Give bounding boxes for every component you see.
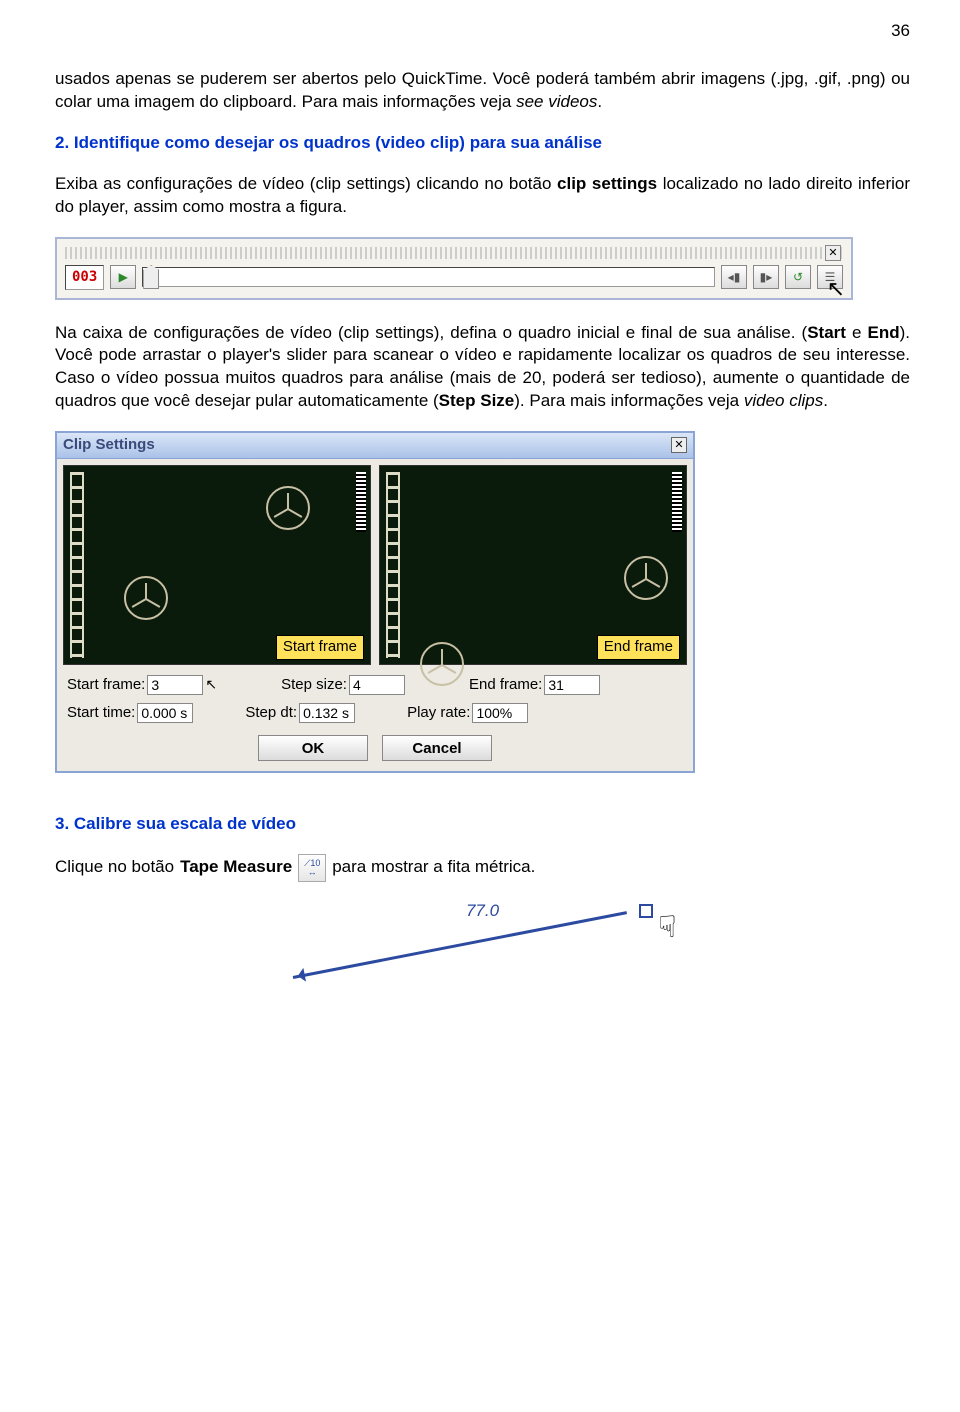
dialog-buttons: OK Cancel (57, 727, 693, 771)
tape-end-handle[interactable] (639, 904, 653, 918)
label: Start time: (67, 703, 135, 723)
step-title: Identifique como desejar os quadros (vid… (74, 133, 602, 152)
start-term: Start (807, 323, 846, 342)
cancel-button[interactable]: Cancel (382, 735, 492, 761)
fan-object (624, 556, 668, 600)
barcode-overlay (356, 472, 366, 532)
end-frame-tag: End frame (597, 635, 680, 659)
step-dt-field: Step dt: (245, 703, 355, 723)
tape-measure-paragraph: Clique no botão Tape Measure ⟋10↔ para m… (55, 854, 910, 882)
close-icon[interactable]: ✕ (825, 245, 841, 261)
text: para mostrar a fita métrica. (332, 856, 535, 879)
see-videos-ref: see videos (516, 92, 597, 111)
text: usados apenas se puderem ser abertos pel… (55, 69, 910, 111)
label: Step size: (281, 675, 347, 695)
tape-measure-term: Tape Measure (180, 856, 292, 879)
start-frame-preview: Start frame (63, 465, 371, 665)
text: . (823, 391, 828, 410)
step-2-heading: 2. Identifique como desejar os quadros (… (55, 132, 910, 155)
text: e (846, 323, 868, 342)
play-rate-field: Play rate: (407, 703, 528, 723)
ok-button[interactable]: OK (258, 735, 368, 761)
clip-settings-term: clip settings (557, 174, 657, 193)
step-size-term: Step Size (439, 391, 515, 410)
fields-row-1: Start frame: ↖ Step size: End frame: (57, 671, 693, 699)
frames-preview-row: Start frame End frame (57, 459, 693, 671)
page-number: 36 (55, 20, 910, 43)
step-size-input[interactable] (349, 675, 405, 695)
paragraph-3: Na caixa de configurações de vídeo (clip… (55, 322, 910, 414)
fields-row-2: Start time: Step dt: Play rate: (57, 699, 693, 727)
play-icon[interactable]: ▶ (110, 265, 136, 289)
text: Clique no botão (55, 856, 174, 879)
text: Na caixa de configurações de vídeo (clip… (55, 323, 807, 342)
clip-settings-dialog: Clip Settings ✕ Start frame End frame St… (55, 431, 695, 773)
end-frame-input[interactable] (544, 675, 600, 695)
tape-line[interactable] (292, 911, 626, 979)
play-rate-input[interactable] (472, 703, 528, 723)
end-frame-field: End frame: (469, 675, 600, 695)
ruler-overlay (386, 472, 400, 658)
player-controls-row: 003 ▶ ◂▮ ▮▸ ↺ ☰ (65, 265, 843, 290)
dialog-title: Clip Settings (63, 435, 155, 455)
start-frame-tag: Start frame (276, 635, 364, 659)
paragraph-1: usados apenas se puderem ser abertos pel… (55, 68, 910, 114)
label: End frame: (469, 675, 542, 695)
tape-measure-figure: 77.0 ☟ (293, 900, 673, 1000)
fan-object (420, 642, 464, 686)
tape-measure-icon[interactable]: ⟋10↔ (298, 854, 326, 882)
end-term: End (868, 323, 900, 342)
end-frame-preview: End frame (379, 465, 687, 665)
start-time-input[interactable] (137, 703, 193, 723)
cursor-icon: ↖ (827, 274, 845, 304)
loop-icon[interactable]: ↺ (785, 265, 811, 289)
step-3-heading: 3. Calibre sua escala de vídeo (55, 813, 910, 836)
player-slider[interactable] (142, 267, 715, 287)
step-title: Calibre sua escala de vídeo (74, 814, 296, 833)
video-clips-ref: video clips (744, 391, 823, 410)
start-frame-input[interactable] (147, 675, 203, 695)
text: . (597, 92, 602, 111)
paragraph-2: Exiba as configurações de vídeo (clip se… (55, 173, 910, 219)
text: Exiba as configurações de vídeo (clip se… (55, 174, 557, 193)
step-back-icon[interactable]: ◂▮ (721, 265, 747, 289)
ruler-overlay (70, 472, 84, 658)
player-grip-strip: ✕ (65, 247, 843, 259)
barcode-overlay (672, 472, 682, 532)
label: Play rate: (407, 703, 470, 723)
fan-object (266, 486, 310, 530)
tape-value: 77.0 (466, 900, 499, 923)
label: Start frame: (67, 675, 145, 695)
step-forward-icon[interactable]: ▮▸ (753, 265, 779, 289)
label: Step dt: (245, 703, 297, 723)
frame-counter: 003 (65, 265, 104, 290)
text: ). Para mais informações veja (514, 391, 744, 410)
step-number: 2. (55, 133, 74, 152)
hand-cursor-icon: ☟ (658, 908, 676, 949)
dialog-titlebar: Clip Settings ✕ (57, 433, 693, 458)
slider-thumb[interactable] (143, 265, 159, 289)
start-frame-field: Start frame: ↖ (67, 675, 217, 695)
step-number: 3. (55, 814, 74, 833)
close-icon[interactable]: ✕ (671, 437, 687, 453)
fan-object (124, 576, 168, 620)
step-size-field: Step size: (281, 675, 405, 695)
player-bar-figure: ✕ 003 ▶ ◂▮ ▮▸ ↺ ☰ ↖ (55, 237, 853, 300)
start-time-field: Start time: (67, 703, 193, 723)
step-dt-input[interactable] (299, 703, 355, 723)
